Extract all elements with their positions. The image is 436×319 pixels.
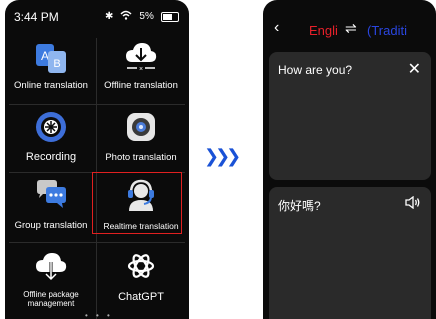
output-text: 你好嗎? (278, 199, 321, 213)
tile-label: Offline translation (104, 80, 178, 91)
tile-offline-translation[interactable]: × Offline translation (97, 38, 185, 108)
status-icons: ✱ 5% (105, 10, 179, 23)
camera-icon (124, 110, 158, 149)
cloud-offline-icon: × (123, 40, 159, 79)
tile-group-translation[interactable]: Group translation (7, 174, 95, 244)
tile-label: ChatGPT (118, 291, 164, 303)
translate-screen: ‹ Engli ⇌ (Traditi How are you? ✕ 你好嗎? (263, 0, 436, 319)
source-language-button[interactable]: Engli (309, 23, 338, 38)
tile-chatgpt[interactable]: ChatGPT (97, 244, 185, 314)
record-icon (34, 110, 68, 149)
tile-label: Photo translation (105, 152, 177, 163)
battery-percent: 5% (139, 11, 154, 22)
chatgpt-icon (125, 250, 157, 287)
home-screen: 3:44 PM ✱ 5% A B Online translation × Of… (5, 0, 189, 319)
wifi-icon (120, 10, 132, 23)
close-icon[interactable]: ✕ (408, 59, 421, 79)
speaker-icon[interactable] (405, 195, 421, 214)
tile-label: Offline package management (23, 290, 79, 308)
battery-icon (160, 11, 179, 22)
realtime-highlight-box (92, 172, 182, 234)
status-time: 3:44 PM (14, 10, 59, 24)
tile-recording[interactable]: Recording (7, 106, 95, 176)
tile-label: Recording (25, 151, 77, 163)
cloud-download-icon (34, 250, 68, 287)
back-icon[interactable]: ‹ (274, 19, 279, 37)
tile-label: Online translation (14, 80, 88, 91)
svg-text:A: A (41, 49, 49, 63)
input-text: How are you? (278, 63, 353, 77)
translate-icon: A B (34, 42, 68, 79)
tile-offline-package-management[interactable]: Offline package management (7, 244, 95, 314)
tile-online-translation[interactable]: A B Online translation (7, 38, 95, 108)
bluetooth-icon: ✱ (105, 11, 114, 22)
tile-label: Group translation (14, 220, 88, 231)
source-text-panel[interactable]: How are you? ✕ (269, 52, 431, 180)
page-indicator: • • • (85, 311, 113, 319)
svg-text:B: B (53, 58, 60, 70)
target-language-button[interactable]: (Traditi (367, 23, 407, 38)
svg-text:×: × (139, 66, 143, 73)
translation-output-panel: 你好嗎? (269, 187, 431, 319)
swap-languages-icon[interactable]: ⇌ (345, 20, 357, 37)
transition-arrow-icon: ❯❯❯ (204, 146, 241, 167)
tile-photo-translation[interactable]: Photo translation (97, 106, 185, 176)
chat-icon (34, 178, 68, 217)
